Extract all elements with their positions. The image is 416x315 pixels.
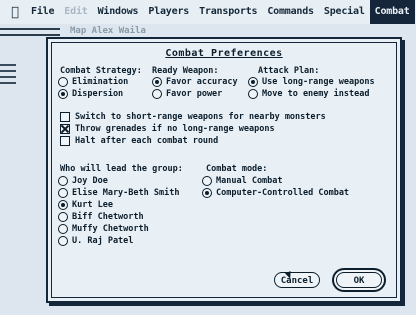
checkbox-label: Halt after each combat round (75, 136, 219, 146)
menu-bar:  File Edit Windows Players Transports C… (0, 0, 416, 26)
radio-label: Favor accuracy (166, 77, 238, 87)
checkbox-halt-each-round[interactable]: Halt after each combat round (60, 136, 218, 146)
title-bar-stripe (0, 34, 60, 36)
checkbox-label: Switch to short-range weapons for nearby… (75, 112, 326, 122)
checkbox-label: Throw grenades if no long-range weapons (75, 124, 275, 134)
radio-label: Joy Doe (72, 176, 108, 186)
ok-button[interactable]: OK (336, 272, 382, 288)
radio-label: U. Raj Patel (72, 236, 134, 246)
menu-edit[interactable]: Edit (59, 0, 92, 24)
radio-label: Muffy Chetworth (72, 224, 149, 234)
radio-label: Move to enemy instead (262, 89, 370, 99)
dialog-title: Combat Preferences (165, 48, 283, 59)
radio-button[interactable] (58, 176, 68, 186)
radio-label: Kurt Lee (72, 200, 113, 210)
radio-button[interactable] (202, 176, 212, 186)
radio-leader-elise[interactable]: Elise Mary-Beth Smith (58, 188, 179, 198)
menu-file[interactable]: File (26, 0, 59, 24)
radio-button[interactable] (58, 212, 68, 222)
radio-label: Manual Combat (216, 176, 283, 186)
radio-button[interactable] (58, 188, 68, 198)
radio-label: Computer-Controlled Combat (216, 188, 350, 198)
apple-menu-icon[interactable]:  (4, 5, 26, 20)
menu-windows[interactable]: Windows (93, 0, 144, 24)
radio-label: Dispersion (72, 89, 124, 99)
checkbox[interactable] (60, 136, 70, 146)
menu-special[interactable]: Special (319, 0, 370, 24)
radio-label: Biff Chetworth (72, 212, 144, 222)
background-stripe (0, 64, 16, 66)
radio-label: Use long-range weapons (262, 77, 375, 87)
combat-strategy-label: Combat Strategy: (60, 66, 142, 76)
checkbox[interactable] (60, 112, 70, 122)
radio-button[interactable] (248, 77, 258, 87)
background-window-title: Map Alex Waila (70, 26, 146, 36)
ready-weapon-label: Ready Weapon: (152, 66, 219, 76)
radio-favor-power[interactable]: Favor power (152, 89, 222, 99)
radio-leader-muffy[interactable]: Muffy Chetworth (58, 224, 149, 234)
radio-leader-joy-doe[interactable]: Joy Doe (58, 176, 108, 186)
radio-elimination[interactable]: Elimination (58, 77, 128, 87)
radio-button[interactable] (152, 77, 162, 87)
radio-computer-combat[interactable]: Computer-Controlled Combat (202, 188, 349, 198)
checkbox-throw-grenades[interactable]: Throw grenades if no long-range weapons (60, 124, 275, 134)
radio-manual-combat[interactable]: Manual Combat (202, 176, 283, 186)
radio-leader-kurt-lee[interactable]: Kurt Lee (58, 200, 113, 210)
radio-label: Favor power (166, 89, 223, 99)
radio-dispersion[interactable]: Dispersion (58, 89, 123, 99)
radio-button[interactable] (58, 224, 68, 234)
menu-players[interactable]: Players (143, 0, 194, 24)
background-stripe (0, 82, 16, 84)
radio-button[interactable] (202, 188, 212, 198)
radio-button[interactable] (58, 89, 68, 99)
radio-button[interactable] (152, 89, 162, 99)
attack-plan-label: Attack Plan: (258, 66, 320, 76)
dialog-frame: Combat Preferences Combat Strategy: Elim… (51, 42, 397, 298)
combat-mode-label: Combat mode: (206, 164, 268, 174)
radio-leader-raj[interactable]: U. Raj Patel (58, 236, 133, 246)
leader-label: Who will lead the group: (60, 164, 183, 174)
radio-label: Elise Mary-Beth Smith (72, 188, 180, 198)
radio-leader-biff[interactable]: Biff Chetworth (58, 212, 144, 222)
radio-button[interactable] (58, 200, 68, 210)
background-stripe (0, 76, 16, 78)
background-stripe (0, 70, 16, 72)
cancel-button[interactable]: Cancel (274, 272, 320, 288)
radio-favor-accuracy[interactable]: Favor accuracy (152, 77, 238, 87)
menu-transports[interactable]: Transports (194, 0, 262, 24)
menu-commands[interactable]: Commands (262, 0, 319, 24)
radio-long-range[interactable]: Use long-range weapons (248, 77, 375, 87)
radio-move-to-enemy[interactable]: Move to enemy instead (248, 89, 369, 99)
combat-preferences-dialog: Combat Preferences Combat Strategy: Elim… (46, 37, 402, 303)
checkbox-switch-short-range[interactable]: Switch to short-range weapons for nearby… (60, 112, 326, 122)
radio-button[interactable] (58, 77, 68, 87)
radio-button[interactable] (248, 89, 258, 99)
title-bar-stripe (0, 28, 60, 30)
radio-button[interactable] (58, 236, 68, 246)
radio-label: Elimination (72, 77, 129, 87)
menu-combat[interactable]: Combat (369, 0, 415, 24)
checkbox[interactable] (60, 124, 70, 134)
